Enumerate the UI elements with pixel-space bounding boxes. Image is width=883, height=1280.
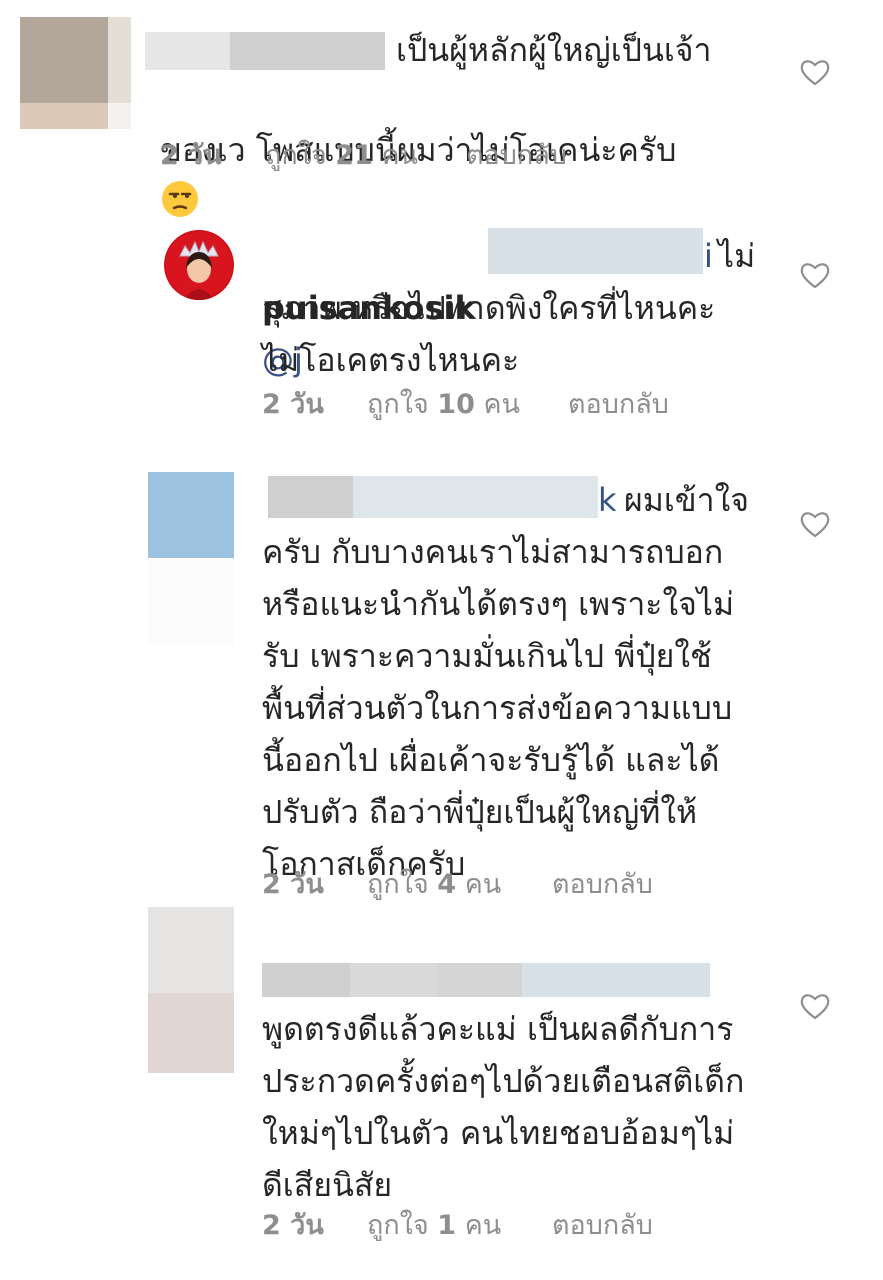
likes-unit: คน [464,1210,502,1241]
comment-meta: 2 วัน ถูกใจ 21 คน ตอบกลับ [160,133,640,171]
likes-label: ถูกใจ [367,869,429,900]
redacted-username [268,476,353,518]
likes-count: 1 [437,1210,457,1241]
likes-count: 4 [437,869,457,900]
comment-item: พูดตรงดีแล้วคะแม่ เป็นผลดีกับการ ประกวดค… [0,905,883,1255]
comment-text: ไม่โอเคตรงไหนคะ [262,341,520,379]
likes-label: ถูกใจ [367,389,429,420]
comment-text: ครับ กับบางคนเราไม่สามารถบอก หรือแนะนำกั… [262,533,735,883]
redacted-username [230,32,385,70]
avatar[interactable] [148,472,234,644]
reply-button[interactable]: ตอบกลับ [552,1203,653,1246]
comment-text: สุภาพ หรือไปพาดพิงใครที่ไหนคะ [262,289,716,327]
comment-text: เป็นผู้หลักผู้ใหญ่เป็นเจ้า [396,31,712,69]
comment-meta: 2 วัน ถูกใจ 1 คน ตอบกลับ [262,1203,742,1241]
comment-text: ผมเข้าใจ [624,481,749,519]
comment-item: k ผมเข้าใจ ครับ กับบางคนเราไม่สามารถบอก … [0,460,883,910]
avatar[interactable] [20,17,131,129]
heart-icon[interactable] [800,510,830,538]
comment-age: 2 วัน [160,140,222,171]
mention-link[interactable]: k [598,474,617,526]
comment-text: ไม่ [718,237,756,275]
like-count[interactable]: ถูกใจ 21 คน [265,133,418,176]
redacted-username [145,32,230,70]
heart-icon[interactable] [800,261,830,289]
likes-label: ถูกใจ [265,140,327,171]
heart-icon[interactable] [800,992,830,1020]
reply-button[interactable]: ตอบกลับ [568,382,669,425]
like-count[interactable]: ถูกใจ 1 คน [367,1203,501,1246]
unamused-face-icon [162,181,198,217]
comment-age: 2 วัน [262,1210,324,1241]
avatar[interactable] [164,230,234,300]
likes-count: 21 [335,140,373,171]
comment-text: พูดตรงดีแล้วคะแม่ เป็นผลดีกับการ ประกวดค… [262,1010,745,1204]
likes-unit: คน [381,140,418,171]
redacted-username [353,476,598,518]
reply-button[interactable]: ตอบกลับ [552,862,653,905]
likes-label: ถูกใจ [367,1210,429,1241]
like-count[interactable]: ถูกใจ 10 คน [367,382,520,425]
comment-item: puisankosik @j i ไม่ สุภาพ หรือไปพาดพิงใ… [0,220,883,440]
comment-meta: 2 วัน ถูกใจ 10 คน ตอบกลับ [262,382,742,420]
comment-age: 2 วัน [262,869,324,900]
avatar[interactable] [148,907,234,1073]
likes-count: 10 [437,389,475,420]
mention-link[interactable]: i [704,230,713,282]
redacted-username [262,963,350,997]
heart-icon[interactable] [800,58,830,86]
comment-meta: 2 วัน ถูกใจ 4 คน ตอบกลับ [262,862,742,900]
likes-unit: คน [464,869,502,900]
like-count[interactable]: ถูกใจ 4 คน [367,862,501,905]
reply-button[interactable]: ตอบกลับ [466,133,567,176]
redacted-mention [522,963,710,997]
redacted-username [350,963,438,997]
likes-unit: คน [483,389,520,420]
comment-item: เป็นผู้หลักผู้ใหญ่เป็นเจ้า ของเว โพสแบบน… [0,0,883,217]
comment-age: 2 วัน [262,389,324,420]
redacted-mention [488,228,703,274]
redacted-username [438,963,528,997]
profile-picture-icon [166,232,232,300]
